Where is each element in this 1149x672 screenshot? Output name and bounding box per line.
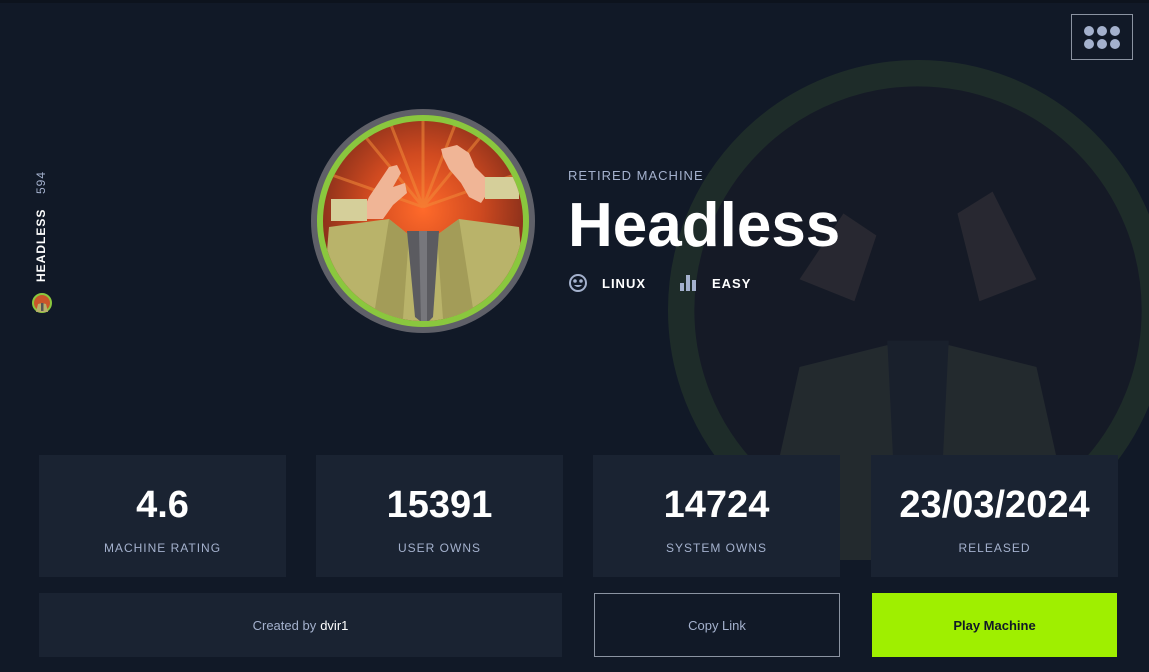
machine-avatar (311, 109, 535, 333)
stat-label: MACHINE RATING (103, 541, 222, 555)
play-machine-button[interactable]: Play Machine (872, 593, 1117, 657)
machine-status: RETIRED MACHINE (568, 168, 704, 183)
stat-value: 14724 (663, 484, 770, 526)
side-machine-count: 594 (34, 171, 48, 195)
linux-icon (569, 274, 587, 292)
stat-card-system-owns: 14724 SYSTEM OWNS (593, 455, 840, 577)
copy-link-button[interactable]: Copy Link (594, 593, 840, 657)
os-label: LINUX (602, 275, 646, 291)
creator-panel: Created by dvir1 (39, 593, 562, 657)
apps-menu-button[interactable] (1071, 14, 1133, 60)
difficulty-label: EASY (712, 275, 752, 291)
top-border (0, 0, 1149, 3)
stat-card-released: 23/03/2024 RELEASED (871, 455, 1118, 577)
machine-tags: LINUX EASY (568, 273, 988, 293)
difficulty-tag: EASY (680, 275, 751, 291)
stat-value: 15391 (386, 484, 493, 526)
stat-card-rating: 4.6 MACHINE RATING (39, 455, 286, 577)
stat-label: USER OWNS (397, 541, 481, 555)
grid-dots-icon (1084, 25, 1120, 49)
machine-title: Headless (568, 191, 841, 260)
stat-value: 23/03/2024 (899, 484, 1090, 526)
os-tag: LINUX (568, 273, 646, 293)
stat-value: 4.6 (136, 484, 189, 526)
creator-link[interactable]: dvir1 (320, 618, 348, 633)
stat-label: SYSTEM OWNS (665, 541, 767, 555)
machine-info: RETIRED MACHINE Headless LINUX EASY (568, 168, 988, 293)
stat-card-user-owns: 15391 USER OWNS (316, 455, 563, 577)
side-machine-avatar (32, 293, 52, 313)
stat-label: RELEASED (958, 541, 1031, 555)
created-by-label: Created by (252, 617, 317, 633)
side-machine-name: HEADLESS (34, 208, 48, 282)
bar-chart-icon (680, 275, 696, 291)
